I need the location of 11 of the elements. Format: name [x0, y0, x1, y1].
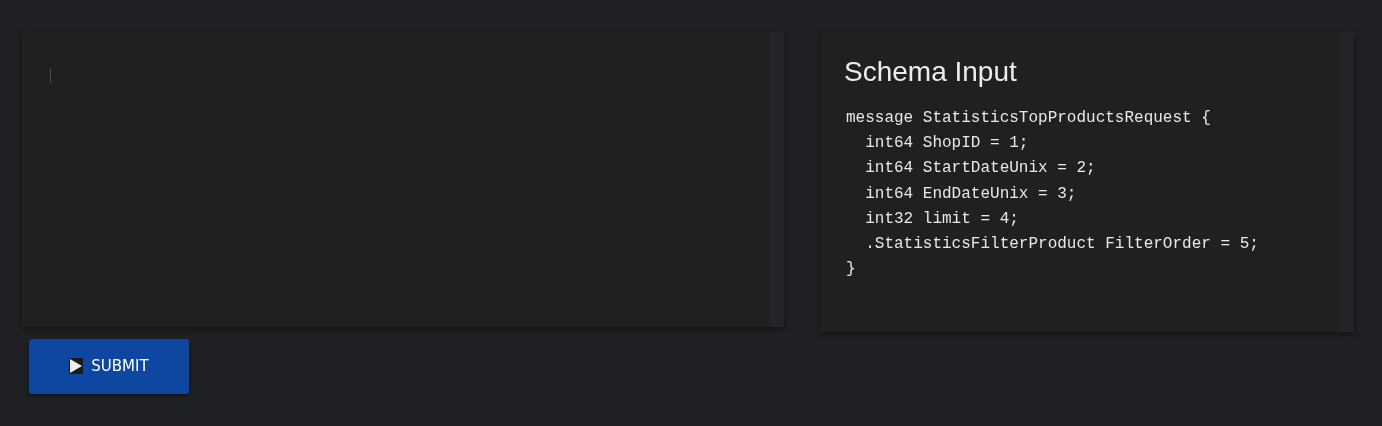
- submit-button[interactable]: SUBMIT: [29, 338, 189, 394]
- code-line: int64 EndDateUnix = 3;: [864, 183, 1077, 205]
- panel-title: Schema Input: [844, 55, 1018, 89]
- code-line: int32 limit = 4;: [864, 208, 1019, 230]
- code-line: int64 ShopID = 1;: [864, 133, 1029, 155]
- code-line: .StatisticsFilterProduct FilterOrder = 5;: [864, 234, 1259, 255]
- play-icon: [69, 358, 84, 375]
- code-line: int64 StartDateUnix = 2;: [864, 158, 1096, 180]
- code-line: message StatisticsTopProductsRequest {: [846, 108, 1211, 129]
- code-line: }: [846, 259, 856, 281]
- text-cursor: [50, 68, 51, 83]
